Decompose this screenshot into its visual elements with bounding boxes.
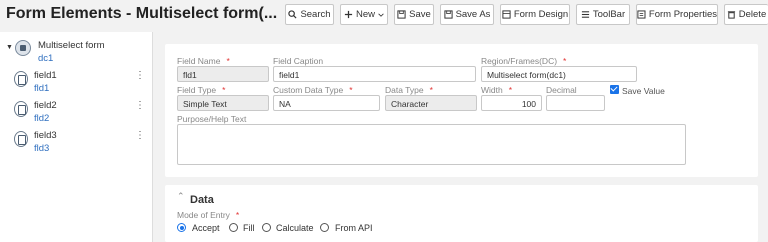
radio-accept-label: Accept — [192, 223, 220, 233]
mode-of-entry-label: Mode of Entry * — [177, 210, 240, 220]
plus-icon — [344, 10, 353, 19]
sidebar-item-sub: fld3 — [34, 143, 50, 154]
toolbar-button[interactable]: ToolBar — [576, 4, 630, 25]
sidebar-item-label: field3 — [34, 130, 57, 141]
custom-data-type-label: Custom Data Type * — [273, 85, 353, 95]
radio-calculate-label: Calculate — [276, 223, 314, 233]
search-button-label: Search — [300, 9, 331, 20]
sidebar-item-field3[interactable]: field3 fld3 ⋮ — [14, 128, 151, 156]
delete-button-label: Delete — [738, 9, 767, 20]
region-input[interactable]: Multiselect form(dc1) — [481, 66, 637, 82]
data-type-input[interactable]: Character — [385, 95, 477, 111]
sidebar-item-field1[interactable]: field1 fld1 ⋮ — [14, 68, 151, 96]
radio-from-api-label: From API — [335, 223, 373, 233]
save-as-icon — [443, 10, 453, 19]
radio-fill-label: Fill — [243, 223, 255, 233]
sidebar-item-label: field1 — [34, 70, 57, 81]
radio-accept[interactable] — [177, 223, 186, 232]
width-input[interactable]: 100 — [481, 95, 542, 111]
width-label: Width * — [481, 85, 513, 95]
save-value-label: Save Value — [622, 86, 665, 96]
field-properties-panel: Field Name * fld1 Field Caption field1 Re… — [165, 44, 758, 177]
form-properties-button[interactable]: Form Properties — [636, 4, 718, 25]
field-caption-input[interactable]: field1 — [273, 66, 476, 82]
save-button-label: Save — [409, 9, 431, 20]
caret-down-icon[interactable]: ▼ — [6, 44, 13, 51]
menu-icon — [581, 11, 589, 18]
sidebar-item-sub: fld1 — [34, 83, 50, 94]
save-value-checkbox[interactable] — [610, 85, 619, 94]
sidebar-tree: ▼ Multiselect form dc1 field1 fld1 ⋮ fie… — [0, 32, 153, 242]
form-design-button-label: Form Design — [513, 9, 569, 20]
radio-fill[interactable] — [229, 223, 238, 232]
save-icon — [397, 10, 406, 19]
purpose-textarea[interactable] — [177, 124, 686, 165]
chevron-down-icon — [378, 13, 384, 17]
form-properties-icon — [637, 10, 646, 19]
field-name-label: Field Name * — [177, 56, 230, 66]
more-options-icon[interactable]: ⋮ — [135, 130, 145, 141]
field-name-input[interactable]: fld1 — [177, 66, 269, 82]
form-icon — [15, 40, 31, 56]
toolbar-button-label: ToolBar — [592, 9, 626, 20]
sidebar-item-label: field2 — [34, 100, 57, 111]
field-icon — [14, 101, 28, 117]
more-options-icon[interactable]: ⋮ — [135, 100, 145, 111]
form-design-icon — [502, 10, 511, 19]
radio-calculate[interactable] — [262, 223, 271, 232]
search-icon — [288, 10, 297, 19]
purpose-label: Purpose/Help Text — [177, 114, 247, 124]
trash-icon — [727, 11, 735, 19]
sidebar-item-field2[interactable]: field2 fld2 ⋮ — [14, 98, 151, 126]
decimal-input[interactable] — [546, 95, 605, 111]
form-design-button[interactable]: Form Design — [500, 4, 570, 25]
field-type-input[interactable]: Simple Text — [177, 95, 269, 111]
decimal-label: Decimal — [546, 85, 577, 95]
page-title: Form Elements - Multiselect form(... — [6, 5, 278, 22]
chevron-up-icon[interactable]: ⌃ — [177, 191, 185, 202]
data-type-label: Data Type * — [385, 85, 433, 95]
form-properties-button-label: Form Properties — [648, 9, 717, 20]
delete-button[interactable]: Delete — [724, 4, 768, 25]
field-caption-label: Field Caption — [273, 56, 324, 66]
tree-root-sub: dc1 — [38, 53, 54, 64]
more-options-icon[interactable]: ⋮ — [135, 70, 145, 81]
save-as-button-label: Save As — [455, 9, 491, 20]
tree-root-multiselect-form[interactable]: ▼ Multiselect form dc1 — [6, 38, 151, 66]
save-as-button[interactable]: Save As — [440, 4, 494, 25]
data-section-title: Data — [190, 194, 214, 206]
custom-data-type-input[interactable]: NA — [273, 95, 380, 111]
new-button[interactable]: New — [340, 4, 388, 25]
top-bar: Form Elements - Multiselect form(... Sea… — [0, 0, 768, 32]
save-button[interactable]: Save — [394, 4, 434, 25]
region-label: Region/Frames(DC) * — [481, 56, 567, 66]
field-icon — [14, 71, 28, 87]
tree-root-label: Multiselect form — [38, 40, 105, 51]
field-icon — [14, 131, 28, 147]
field-type-label: Field Type * — [177, 85, 226, 95]
sidebar-item-sub: fld2 — [34, 113, 50, 124]
radio-from-api[interactable] — [320, 223, 329, 232]
data-section: ⌃ Data Mode of Entry * Accept Fill Calcul… — [165, 185, 758, 242]
search-button[interactable]: Search — [285, 4, 334, 25]
new-button-label: New — [355, 9, 375, 20]
